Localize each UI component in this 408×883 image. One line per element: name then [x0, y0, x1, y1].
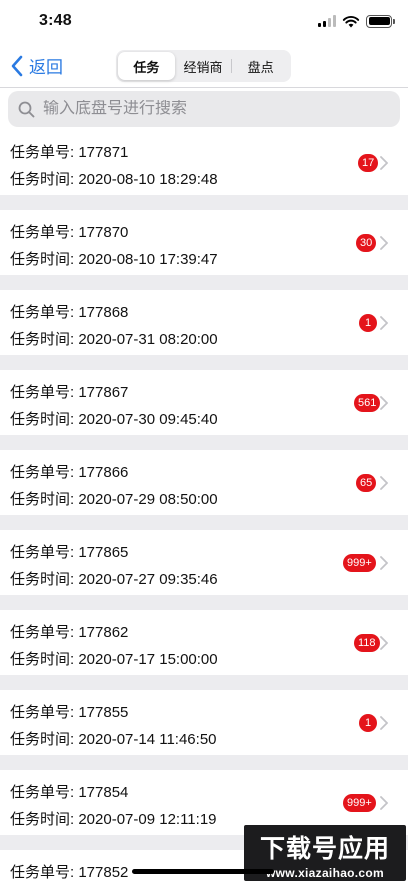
chevron-right-icon [380, 716, 388, 730]
chevron-right-icon [380, 156, 388, 170]
task-order-number: 任务单号: 177852 [10, 864, 129, 881]
count-badge: 118 [354, 634, 380, 652]
cellular-signal-icon [318, 15, 336, 27]
task-row[interactable]: 任务单号: 177866 任务时间: 2020-07-29 08:50:00 6… [0, 450, 408, 515]
task-order-number: 任务单号: 177870 [10, 224, 129, 241]
task-row[interactable]: 任务单号: 177871 任务时间: 2020-08-10 18:29:48 1… [0, 130, 408, 195]
tab-dealers[interactable]: 经销商 [175, 52, 232, 80]
search-area [0, 88, 408, 130]
count-badge: 999+ [343, 794, 376, 812]
count-badge: 17 [358, 154, 379, 172]
status-bar: 3:48 [0, 0, 408, 44]
task-order-number: 任务单号: 177868 [10, 304, 129, 321]
task-row[interactable]: 任务单号: 177862 任务时间: 2020-07-17 15:00:00 1… [0, 610, 408, 675]
count-badge: 1 [359, 314, 377, 332]
chevron-right-icon [380, 556, 388, 570]
tab-tasks[interactable]: 任务 [118, 52, 175, 80]
count-badge: 65 [356, 474, 377, 492]
chevron-right-icon [380, 236, 388, 250]
task-row[interactable]: 任务单号: 177867 任务时间: 2020-07-30 09:45:40 5… [0, 370, 408, 435]
task-time: 任务时间: 2020-07-17 15:00:00 [10, 651, 218, 668]
wifi-icon [342, 16, 360, 28]
chevron-right-icon [380, 476, 388, 490]
task-row[interactable]: 任务单号: 177865 任务时间: 2020-07-27 09:35:46 9… [0, 530, 408, 595]
task-time: 任务时间: 2020-07-14 11:46:50 [10, 731, 217, 748]
search-input[interactable] [43, 100, 383, 118]
battery-icon [366, 14, 395, 28]
chevron-right-icon [380, 636, 388, 650]
task-order-number: 任务单号: 177867 [10, 384, 129, 401]
back-button[interactable]: 返回 [10, 53, 63, 78]
count-badge: 999+ [343, 554, 376, 572]
task-time: 任务时间: 2020-08-10 18:29:48 [10, 171, 218, 188]
count-badge: 30 [356, 234, 377, 252]
task-order-number: 任务单号: 177871 [10, 144, 129, 161]
status-icons [318, 14, 395, 28]
task-time: 任务时间: 2020-07-09 12:11:19 [10, 811, 217, 828]
count-badge: 1 [359, 714, 377, 732]
chevron-right-icon [380, 396, 388, 410]
task-time: 任务时间: 2020-07-29 08:50:00 [10, 491, 218, 508]
task-row[interactable]: 任务单号: 177868 任务时间: 2020-07-31 08:20:00 1 [0, 290, 408, 355]
chevron-left-icon [11, 55, 23, 76]
segmented-control: 任务 经销商 盘点 [116, 50, 291, 82]
task-time: 任务时间: 2020-07-31 08:20:00 [10, 331, 218, 348]
task-order-number: 任务单号: 177866 [10, 464, 129, 481]
home-indicator[interactable] [132, 869, 274, 874]
task-order-number: 任务单号: 177865 [10, 544, 129, 561]
status-time: 3:48 [39, 12, 72, 29]
task-order-number: 任务单号: 177854 [10, 784, 129, 801]
task-order-number: 任务单号: 177862 [10, 624, 129, 641]
task-time: 任务时间: 2020-07-27 09:35:46 [10, 571, 218, 588]
search-box[interactable] [8, 91, 400, 127]
search-icon [18, 101, 35, 117]
navigation-bar: 返回 任务 经销商 盘点 [0, 44, 408, 88]
chevron-right-icon [380, 796, 388, 810]
task-time: 任务时间: 2020-08-10 17:39:47 [10, 251, 218, 268]
task-row[interactable]: 任务单号: 177870 任务时间: 2020-08-10 17:39:47 3… [0, 210, 408, 275]
watermark-title: 下载号应用 [259, 834, 390, 863]
chevron-right-icon [380, 316, 388, 330]
task-order-number: 任务单号: 177855 [10, 704, 129, 721]
back-label: 返回 [29, 58, 63, 77]
task-row[interactable]: 任务单号: 177855 任务时间: 2020-07-14 11:46:50 1 [0, 690, 408, 755]
tab-inventory[interactable]: 盘点 [232, 52, 289, 80]
task-time: 任务时间: 2020-07-30 09:45:40 [10, 411, 218, 428]
count-badge: 561 [354, 394, 381, 412]
